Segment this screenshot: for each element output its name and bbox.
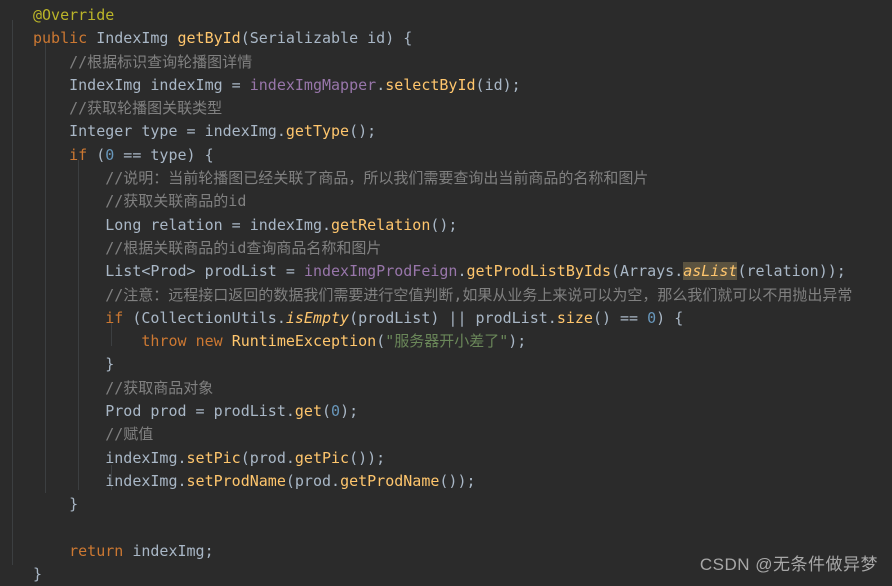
- code-line: //根据关联商品的id查询商品名称和图片: [105, 238, 382, 257]
- code-line: Long relation = indexImg.getRelation();: [105, 215, 458, 234]
- code-line: //获取商品对象: [105, 378, 214, 397]
- csdn-watermark: CSDN @无条件做异梦: [699, 555, 878, 574]
- code-line: indexImg.setProdName(prod.getProdName())…: [105, 471, 476, 490]
- code-line: //获取关联商品的id: [105, 192, 247, 211]
- code-line: public IndexImg getById(Serializable id)…: [33, 29, 413, 48]
- code-line: @Override: [33, 6, 115, 24]
- code-line: List<Prod> prodList = indexImgProdFeign.…: [105, 262, 846, 281]
- code-block[interactable]: @Override public IndexImg getById(Seriali…: [0, 0, 852, 586]
- code-line: //获取轮播图关联类型: [69, 99, 223, 118]
- code-editor[interactable]: @Override public IndexImg getById(Seriali…: [0, 0, 892, 585]
- code-line: if (0 == type) {: [69, 145, 214, 164]
- code-line: //根据标识查询轮播图详情: [69, 52, 253, 71]
- code-line: if (CollectionUtils.isEmpty(prodList) ||…: [105, 308, 684, 327]
- code-line: //说明：当前轮播图已经关联了商品，所以我们需要查询出当前商品的名称和图片: [105, 169, 649, 188]
- code-line: Prod prod = prodList.get(0);: [105, 402, 359, 421]
- code-line: Integer type = indexImg.getType();: [69, 122, 377, 141]
- code-line: }: [33, 355, 115, 374]
- code-line: //注意：远程接口返回的数据我们需要进行空值判断,如果从业务上来说可以为空，那么…: [105, 285, 853, 304]
- code-line: indexImg.setPic(prod.getPic());: [105, 448, 386, 467]
- code-line: throw new RuntimeException("服务器开小差了");: [141, 332, 527, 351]
- code-line: IndexImg indexImg = indexImgMapper.selec…: [69, 75, 521, 94]
- code-line: }: [33, 495, 79, 514]
- code-line: //赋值: [105, 425, 154, 444]
